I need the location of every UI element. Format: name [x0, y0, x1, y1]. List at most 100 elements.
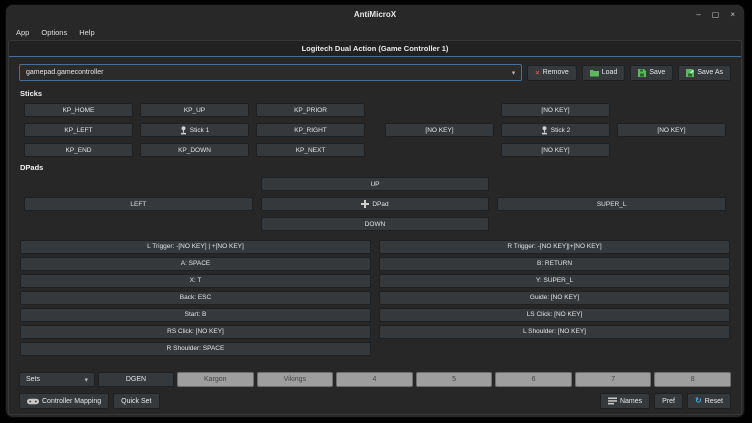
stick1-left-button[interactable]: KP_LEFT	[24, 123, 133, 137]
dpad-grid: UP LEFT DPad SUPER_L DOWN	[24, 177, 726, 231]
gamepad-icon	[27, 398, 39, 405]
pref-button[interactable]: Pref	[654, 393, 683, 409]
x-button[interactable]: X: T	[20, 274, 371, 288]
dpad-up-button[interactable]: UP	[261, 177, 490, 191]
stick1-up-button[interactable]: KP_UP	[140, 103, 249, 117]
names-icon	[608, 397, 617, 405]
quick-set-button[interactable]: Quick Set	[113, 393, 159, 409]
menu-help[interactable]: Help	[73, 26, 100, 39]
controller-tab-frame: Logitech Dual Action (Game Controller 1)…	[8, 40, 742, 415]
reset-icon: ↻	[695, 397, 702, 405]
minimize-button[interactable]: –	[696, 11, 700, 19]
stick1-down-button[interactable]: KP_DOWN	[140, 143, 249, 157]
dpad-right-button[interactable]: SUPER_L	[497, 197, 726, 211]
dpads-section-label: DPads	[20, 163, 730, 172]
load-button-label: Load	[602, 69, 618, 76]
sticks-area: KP_HOME KP_UP KP_PRIOR KP_LEFT Stick 1 K…	[24, 103, 726, 157]
remove-button-label: Remove	[543, 69, 569, 76]
set-tab-active[interactable]: DGEN	[98, 372, 174, 387]
back-button[interactable]: Back: ESC	[20, 291, 371, 305]
sticks-section-label: Sticks	[20, 89, 730, 98]
reset-button-label: Reset	[705, 398, 723, 405]
joystick-icon	[180, 126, 187, 135]
quick-set-label: Quick Set	[121, 398, 151, 405]
load-icon	[590, 69, 599, 77]
dpad-button[interactable]: DPad	[261, 197, 490, 211]
save-as-button-label: Save As	[697, 69, 723, 76]
ls-click-button[interactable]: LS Click: [NO KEY]	[379, 308, 730, 322]
r-shoulder-button[interactable]: R Shoulder: SPACE	[20, 342, 371, 356]
stick2-down-button[interactable]: [NO KEY]	[501, 143, 610, 157]
controller-mapping-button[interactable]: Controller Mapping	[19, 393, 109, 409]
a-button[interactable]: A: SPACE	[20, 257, 371, 271]
l-trigger-button[interactable]: L Trigger: -[NO KEY] | +[NO KEY]	[20, 240, 371, 254]
pref-button-label: Pref	[662, 398, 675, 405]
window-title: AntiMicroX	[354, 10, 396, 19]
app-window: AntiMicroX – ▢ × App Options Help Logite…	[5, 4, 745, 418]
joystick-icon	[541, 126, 548, 135]
load-button[interactable]: Load	[582, 65, 626, 81]
save-icon	[638, 69, 646, 77]
bottom-bar: Controller Mapping Quick Set Names Pref …	[19, 393, 731, 409]
save-as-button[interactable]: Save As	[678, 65, 731, 81]
sets-dropdown-label: Sets	[26, 376, 40, 383]
stick2-left-button[interactable]: [NO KEY]	[385, 123, 494, 137]
set-tab-4[interactable]: 4	[336, 372, 413, 387]
tab-controller[interactable]: Logitech Dual Action (Game Controller 1)	[302, 44, 449, 53]
profile-row: gamepad.gamecontroller ▾ × Remove Load S…	[19, 64, 731, 81]
stick1-button-label: Stick 1	[190, 127, 210, 134]
stick2-grid: [NO KEY] [NO KEY] Stick 2 [NO KEY] [NO K…	[385, 103, 726, 157]
stick2-button[interactable]: Stick 2	[501, 123, 610, 137]
set-tab-7[interactable]: 7	[575, 372, 652, 387]
profile-combobox-value: gamepad.gamecontroller	[26, 69, 103, 76]
r-trigger-button[interactable]: R Trigger: -[NO KEY]|+[NO KEY]	[379, 240, 730, 254]
start-button[interactable]: Start: B	[20, 308, 371, 322]
stick1-button[interactable]: Stick 1	[140, 123, 249, 137]
chevron-down-icon: ▾	[512, 69, 516, 77]
controller-mapping-label: Controller Mapping	[42, 398, 101, 405]
y-button[interactable]: Y: SUPER_L	[379, 274, 730, 288]
stick1-down-right-button[interactable]: KP_NEXT	[256, 143, 365, 157]
menu-app[interactable]: App	[10, 26, 35, 39]
sets-dropdown[interactable]: Sets ▾	[19, 372, 95, 387]
set-tab-5[interactable]: 5	[416, 372, 493, 387]
stick1-up-left-button[interactable]: KP_HOME	[24, 103, 133, 117]
set-tab-kargon[interactable]: Kargon	[177, 372, 254, 387]
guide-button[interactable]: Guide: [NO KEY]	[379, 291, 730, 305]
dpad-button-label: DPad	[372, 201, 388, 208]
remove-button[interactable]: × Remove	[527, 65, 576, 81]
save-as-icon	[686, 69, 694, 77]
titlebar[interactable]: AntiMicroX – ▢ ×	[6, 5, 744, 24]
set-tab-vikings[interactable]: Vikings	[257, 372, 334, 387]
remove-icon: ×	[535, 69, 539, 77]
menubar: App Options Help	[6, 24, 744, 40]
set-tab-8[interactable]: 8	[654, 372, 731, 387]
menu-options[interactable]: Options	[35, 26, 73, 39]
l-shoulder-button[interactable]: L Shoulder: [NO KEY]	[379, 325, 730, 339]
stick2-up-button[interactable]: [NO KEY]	[501, 103, 610, 117]
b-button[interactable]: B: RETURN	[379, 257, 730, 271]
maximize-button[interactable]: ▢	[712, 11, 720, 19]
stick2-button-label: Stick 2	[551, 127, 571, 134]
stick2-right-button[interactable]: [NO KEY]	[617, 123, 726, 137]
window-controls: – ▢ ×	[696, 5, 735, 24]
stick1-down-left-button[interactable]: KP_END	[24, 143, 133, 157]
dpad-icon	[361, 200, 369, 208]
rs-click-button[interactable]: RS Click: [NO KEY]	[20, 325, 371, 339]
names-button[interactable]: Names	[600, 393, 650, 409]
names-button-label: Names	[620, 398, 642, 405]
dpad-down-button[interactable]: DOWN	[261, 217, 490, 231]
tab-content: gamepad.gamecontroller ▾ × Remove Load S…	[9, 57, 741, 414]
set-tab-6[interactable]: 6	[495, 372, 572, 387]
button-mappings: L Trigger: -[NO KEY] | +[NO KEY] R Trigg…	[20, 240, 730, 356]
chevron-down-icon: ▾	[84, 376, 88, 384]
stick1-up-right-button[interactable]: KP_PRIOR	[256, 103, 365, 117]
dpad-left-button[interactable]: LEFT	[24, 197, 253, 211]
profile-combobox[interactable]: gamepad.gamecontroller ▾	[19, 64, 522, 81]
reset-button[interactable]: ↻ Reset	[687, 393, 731, 409]
stick1-grid: KP_HOME KP_UP KP_PRIOR KP_LEFT Stick 1 K…	[24, 103, 365, 157]
close-button[interactable]: ×	[730, 11, 735, 19]
sets-row: Sets ▾ DGEN Kargon Vikings 4 5 6 7 8	[19, 372, 731, 387]
stick1-right-button[interactable]: KP_RIGHT	[256, 123, 365, 137]
save-button[interactable]: Save	[630, 65, 673, 81]
